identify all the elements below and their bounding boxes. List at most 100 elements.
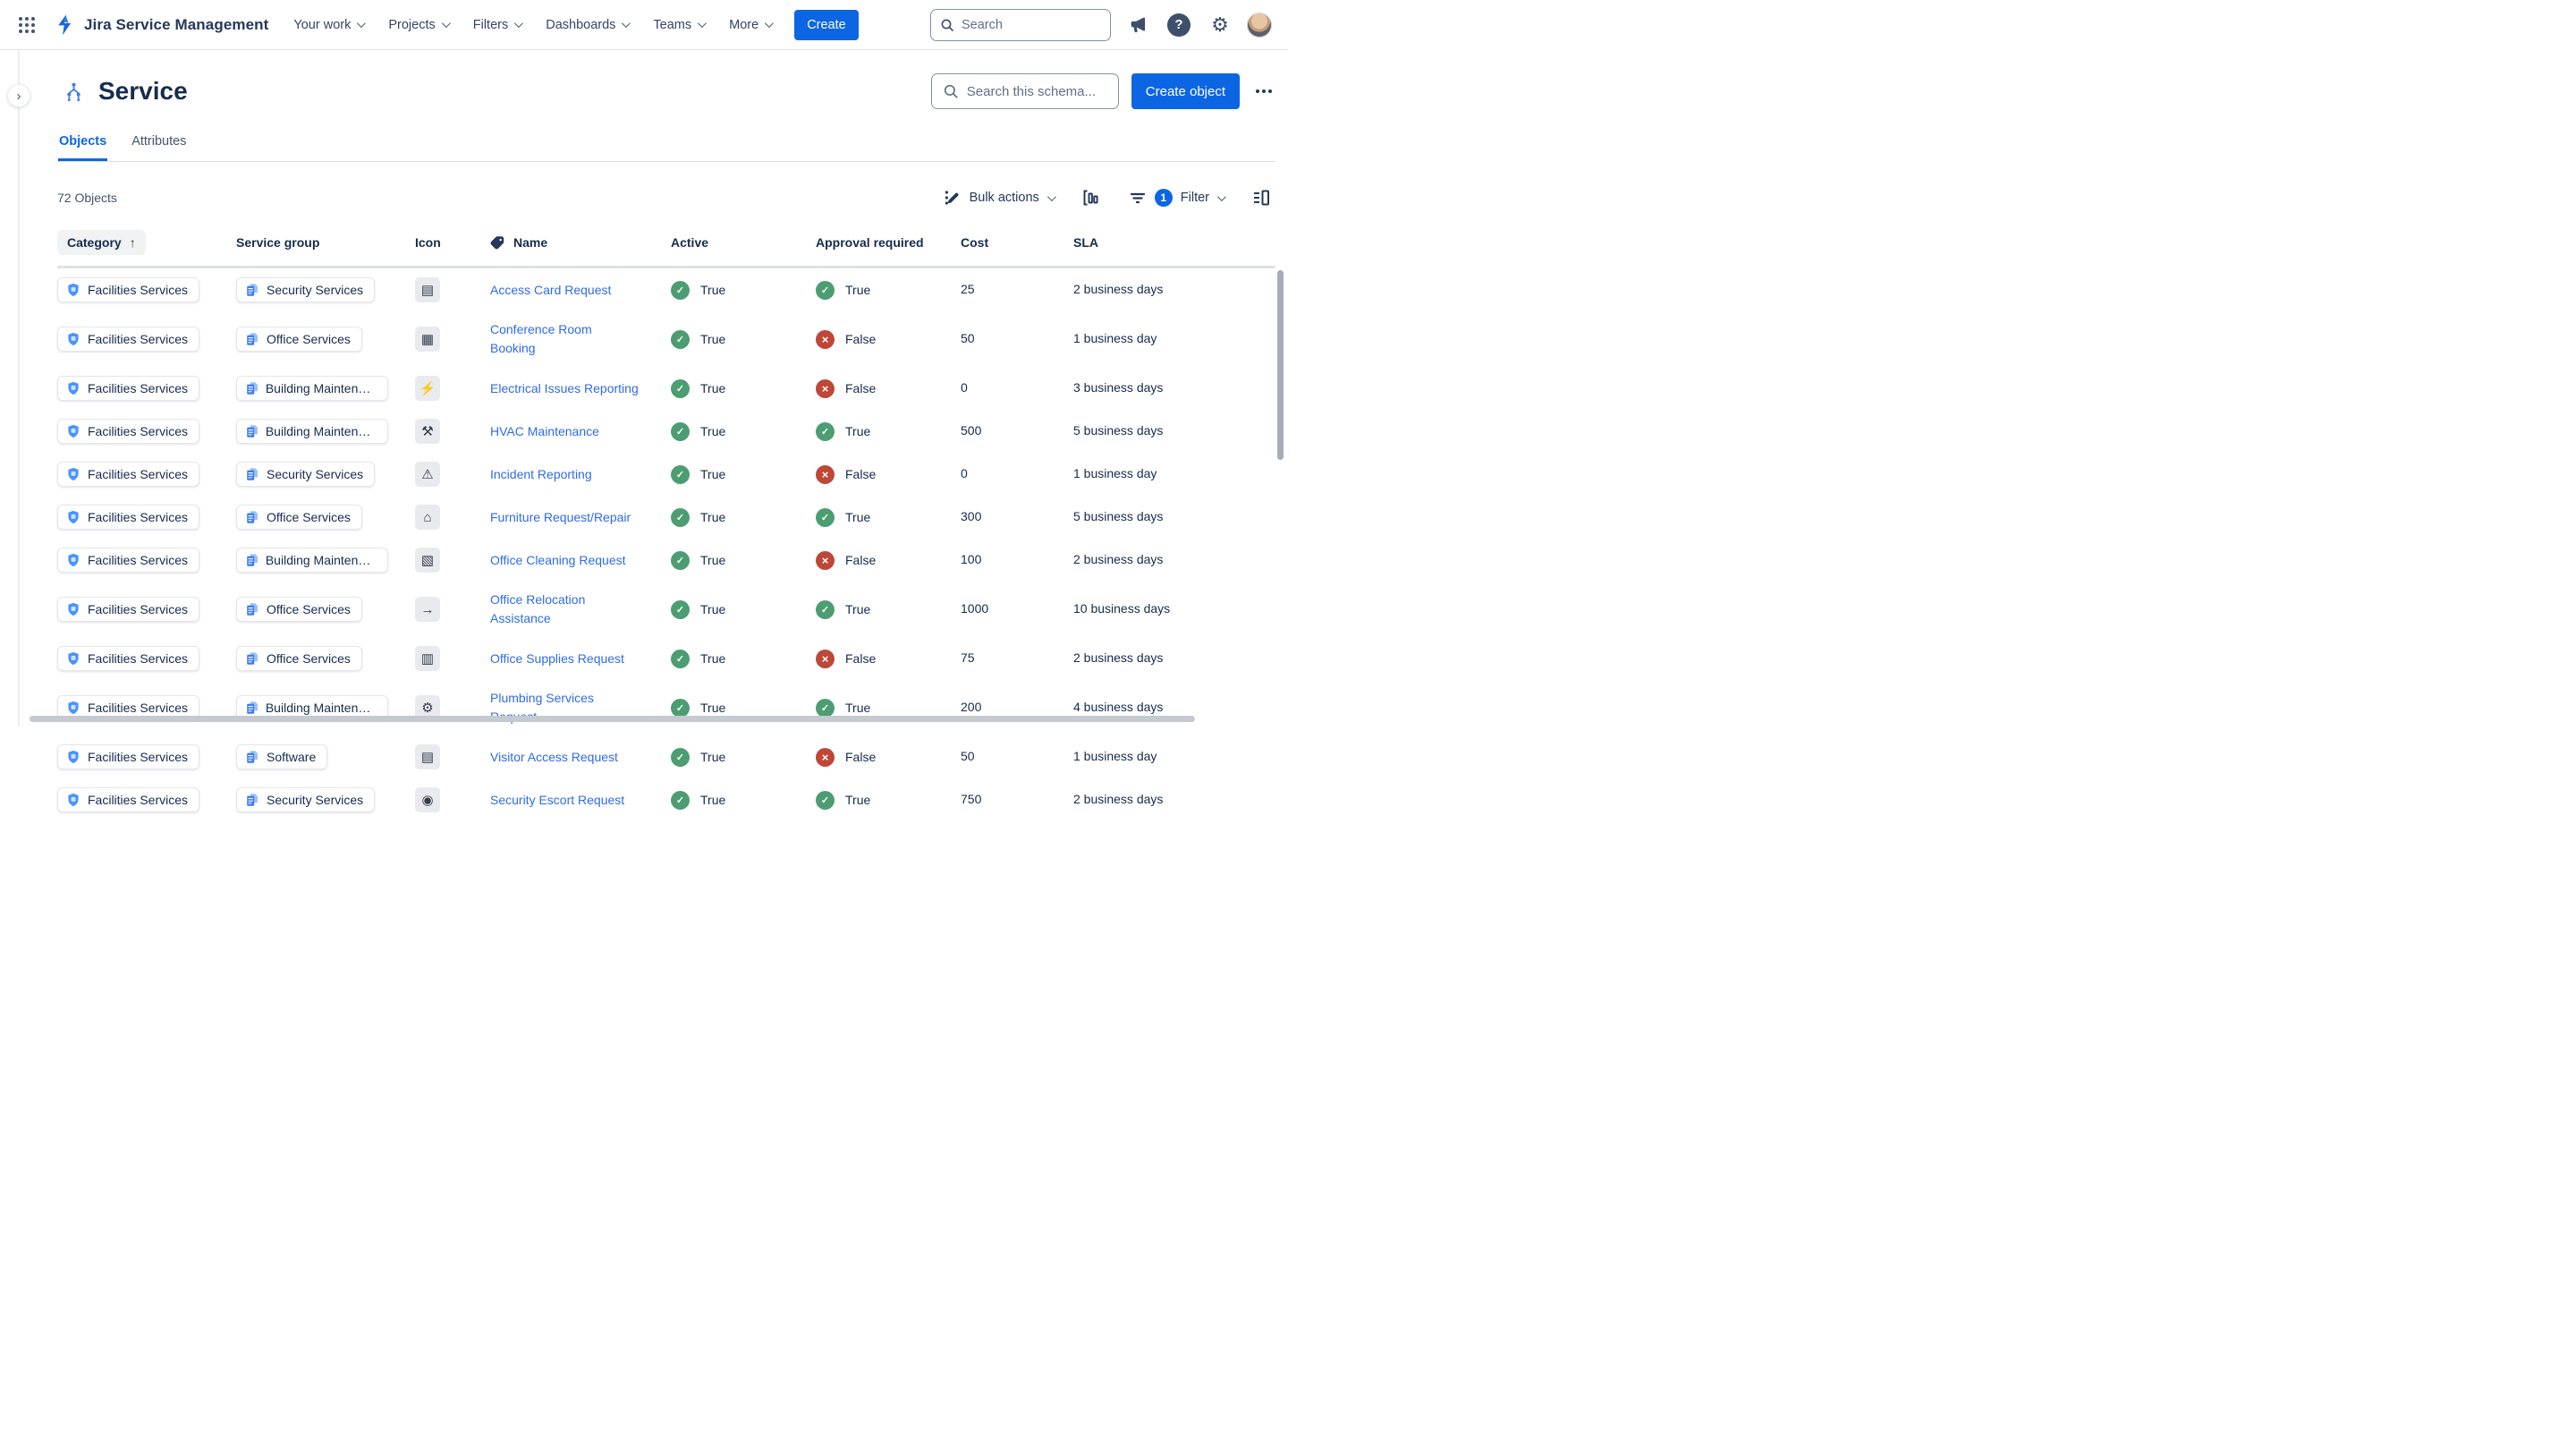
bulk-edit-icon — [944, 189, 962, 207]
service-group-chip[interactable]: Security Services — [236, 277, 375, 302]
tab-bar: Objects Attributes — [57, 134, 1275, 162]
object-name-link[interactable]: Electrical Issues Reporting — [490, 379, 639, 398]
object-name-link[interactable]: Conference Room Booking — [490, 320, 640, 358]
check-circle-icon: ✓ — [671, 600, 690, 619]
check-circle-icon: ✓ — [671, 379, 690, 398]
incident-icon: ⚠ — [415, 462, 440, 487]
column-header-sla[interactable]: SLA — [1073, 235, 1275, 250]
filter-button[interactable]: 1 Filter — [1129, 189, 1224, 207]
documents-icon — [245, 332, 259, 346]
details-panel-toggle[interactable] — [1247, 183, 1275, 212]
global-search[interactable] — [930, 9, 1111, 41]
category-chip[interactable]: Facilities Services — [57, 646, 199, 671]
column-header-active[interactable]: Active — [671, 235, 816, 250]
object-name-link[interactable]: HVAC Maintenance — [490, 422, 599, 441]
bulk-actions-button[interactable]: Bulk actions — [944, 189, 1054, 207]
chevron-down-icon — [622, 19, 631, 28]
tab-objects[interactable]: Objects — [58, 134, 107, 161]
global-search-input[interactable] — [962, 18, 1101, 32]
object-name-link[interactable]: Visitor Access Request — [490, 748, 618, 767]
column-header-approval[interactable]: Approval required — [816, 235, 961, 250]
service-group-chip[interactable]: Building Maintenance — [236, 419, 388, 444]
category-chip[interactable]: Facilities Services — [57, 597, 199, 622]
service-group-chip[interactable]: Office Services — [236, 597, 362, 622]
category-chip[interactable]: Facilities Services — [57, 277, 199, 302]
chevron-down-icon — [698, 19, 707, 28]
brand[interactable]: Jira Service Management — [54, 13, 268, 37]
help-button[interactable]: ? — [1165, 11, 1193, 39]
access-card-icon: ▤ — [415, 277, 440, 302]
column-header-name[interactable]: Name — [490, 235, 671, 251]
sidebar-divider — [18, 50, 20, 726]
column-header-category[interactable]: Category ↑ — [57, 230, 236, 255]
horizontal-scrollbar[interactable] — [30, 716, 1195, 722]
create-button[interactable]: Create — [794, 10, 859, 40]
service-group-chip[interactable]: Building Maintenance — [236, 376, 388, 401]
service-group-chip[interactable]: Office Services — [236, 505, 362, 530]
category-chip[interactable]: Facilities Services — [57, 505, 199, 530]
cost-value: 25 — [961, 282, 975, 296]
app-switcher-button[interactable] — [13, 11, 41, 39]
category-chip[interactable]: Facilities Services — [57, 462, 199, 487]
vertical-scrollbar[interactable] — [1277, 270, 1284, 460]
bar-chart-icon — [1081, 188, 1101, 208]
shield-icon — [66, 701, 80, 715]
service-group-chip[interactable]: Security Services — [236, 787, 375, 812]
more-actions-button[interactable] — [1252, 82, 1275, 100]
column-header-service-group[interactable]: Service group — [236, 235, 415, 250]
table-row: Facilities Services — [57, 680, 1275, 735]
nav-item-teams[interactable]: Teams — [653, 18, 704, 32]
nav-item-your-work[interactable]: Your work — [293, 18, 363, 32]
supplies-icon: ▥ — [415, 646, 440, 671]
approval-status: ✓ True — [816, 422, 961, 441]
announcements-button[interactable] — [1123, 11, 1152, 39]
service-group-chip[interactable]: Office Services — [236, 327, 362, 352]
object-name-link[interactable]: Office Cleaning Request — [490, 551, 626, 570]
category-chip[interactable]: Facilities Services — [57, 327, 199, 352]
approval-status: × False — [816, 330, 961, 349]
create-object-button[interactable]: Create object — [1131, 73, 1240, 109]
active-status: ✓ True — [671, 281, 816, 300]
shield-icon — [66, 651, 80, 666]
active-status: ✓ True — [671, 650, 816, 668]
table-row: Facilities Services — [57, 410, 1275, 453]
nav-item-projects[interactable]: Projects — [388, 18, 447, 32]
active-status: ✓ True — [671, 465, 816, 484]
schema-search-input[interactable] — [967, 84, 1107, 99]
top-navigation: Jira Service Management Your work Projec… — [0, 0, 1288, 50]
schema-search[interactable] — [931, 73, 1119, 109]
search-icon — [943, 83, 959, 99]
object-graph-button[interactable] — [1077, 183, 1106, 212]
expand-sidebar-button[interactable]: › — [7, 84, 30, 107]
check-circle-icon: ✓ — [816, 422, 835, 441]
column-header-icon[interactable]: Icon — [415, 235, 490, 250]
object-name-link[interactable]: Office Supplies Request — [490, 650, 624, 668]
service-group-chip[interactable]: Software — [236, 744, 327, 769]
category-chip[interactable]: Facilities Services — [57, 419, 199, 444]
tab-attributes[interactable]: Attributes — [131, 134, 187, 161]
shield-icon — [66, 602, 80, 616]
object-name-link[interactable]: Security Escort Request — [490, 791, 624, 810]
category-chip[interactable]: Facilities Services — [57, 744, 199, 769]
nav-item-dashboards[interactable]: Dashboards — [546, 18, 628, 32]
approval-status: ✓ True — [816, 791, 961, 810]
object-name-link[interactable]: Incident Reporting — [490, 465, 592, 484]
user-avatar[interactable] — [1247, 13, 1272, 38]
column-header-cost[interactable]: Cost — [961, 235, 1073, 250]
service-group-chip[interactable]: Office Services — [236, 646, 362, 671]
object-name-link[interactable]: Furniture Request/Repair — [490, 508, 631, 527]
object-name-link[interactable]: Office Relocation Assistance — [490, 591, 640, 628]
sla-value: 2 business days — [1073, 792, 1163, 806]
object-name-link[interactable]: Access Card Request — [490, 281, 611, 300]
nav-item-more[interactable]: More — [729, 18, 771, 32]
category-chip[interactable]: Facilities Services — [57, 548, 199, 573]
category-chip[interactable]: Facilities Services — [57, 376, 199, 401]
page-title: Service — [98, 77, 188, 106]
nav-item-filters[interactable]: Filters — [473, 18, 521, 32]
app-grid-icon — [17, 15, 37, 35]
category-chip[interactable]: Facilities Services — [57, 787, 199, 812]
settings-button[interactable]: ⚙ — [1206, 11, 1234, 39]
check-circle-icon: ✓ — [671, 465, 690, 484]
service-group-chip[interactable]: Building Maintenance — [236, 548, 388, 573]
service-group-chip[interactable]: Security Services — [236, 462, 375, 487]
